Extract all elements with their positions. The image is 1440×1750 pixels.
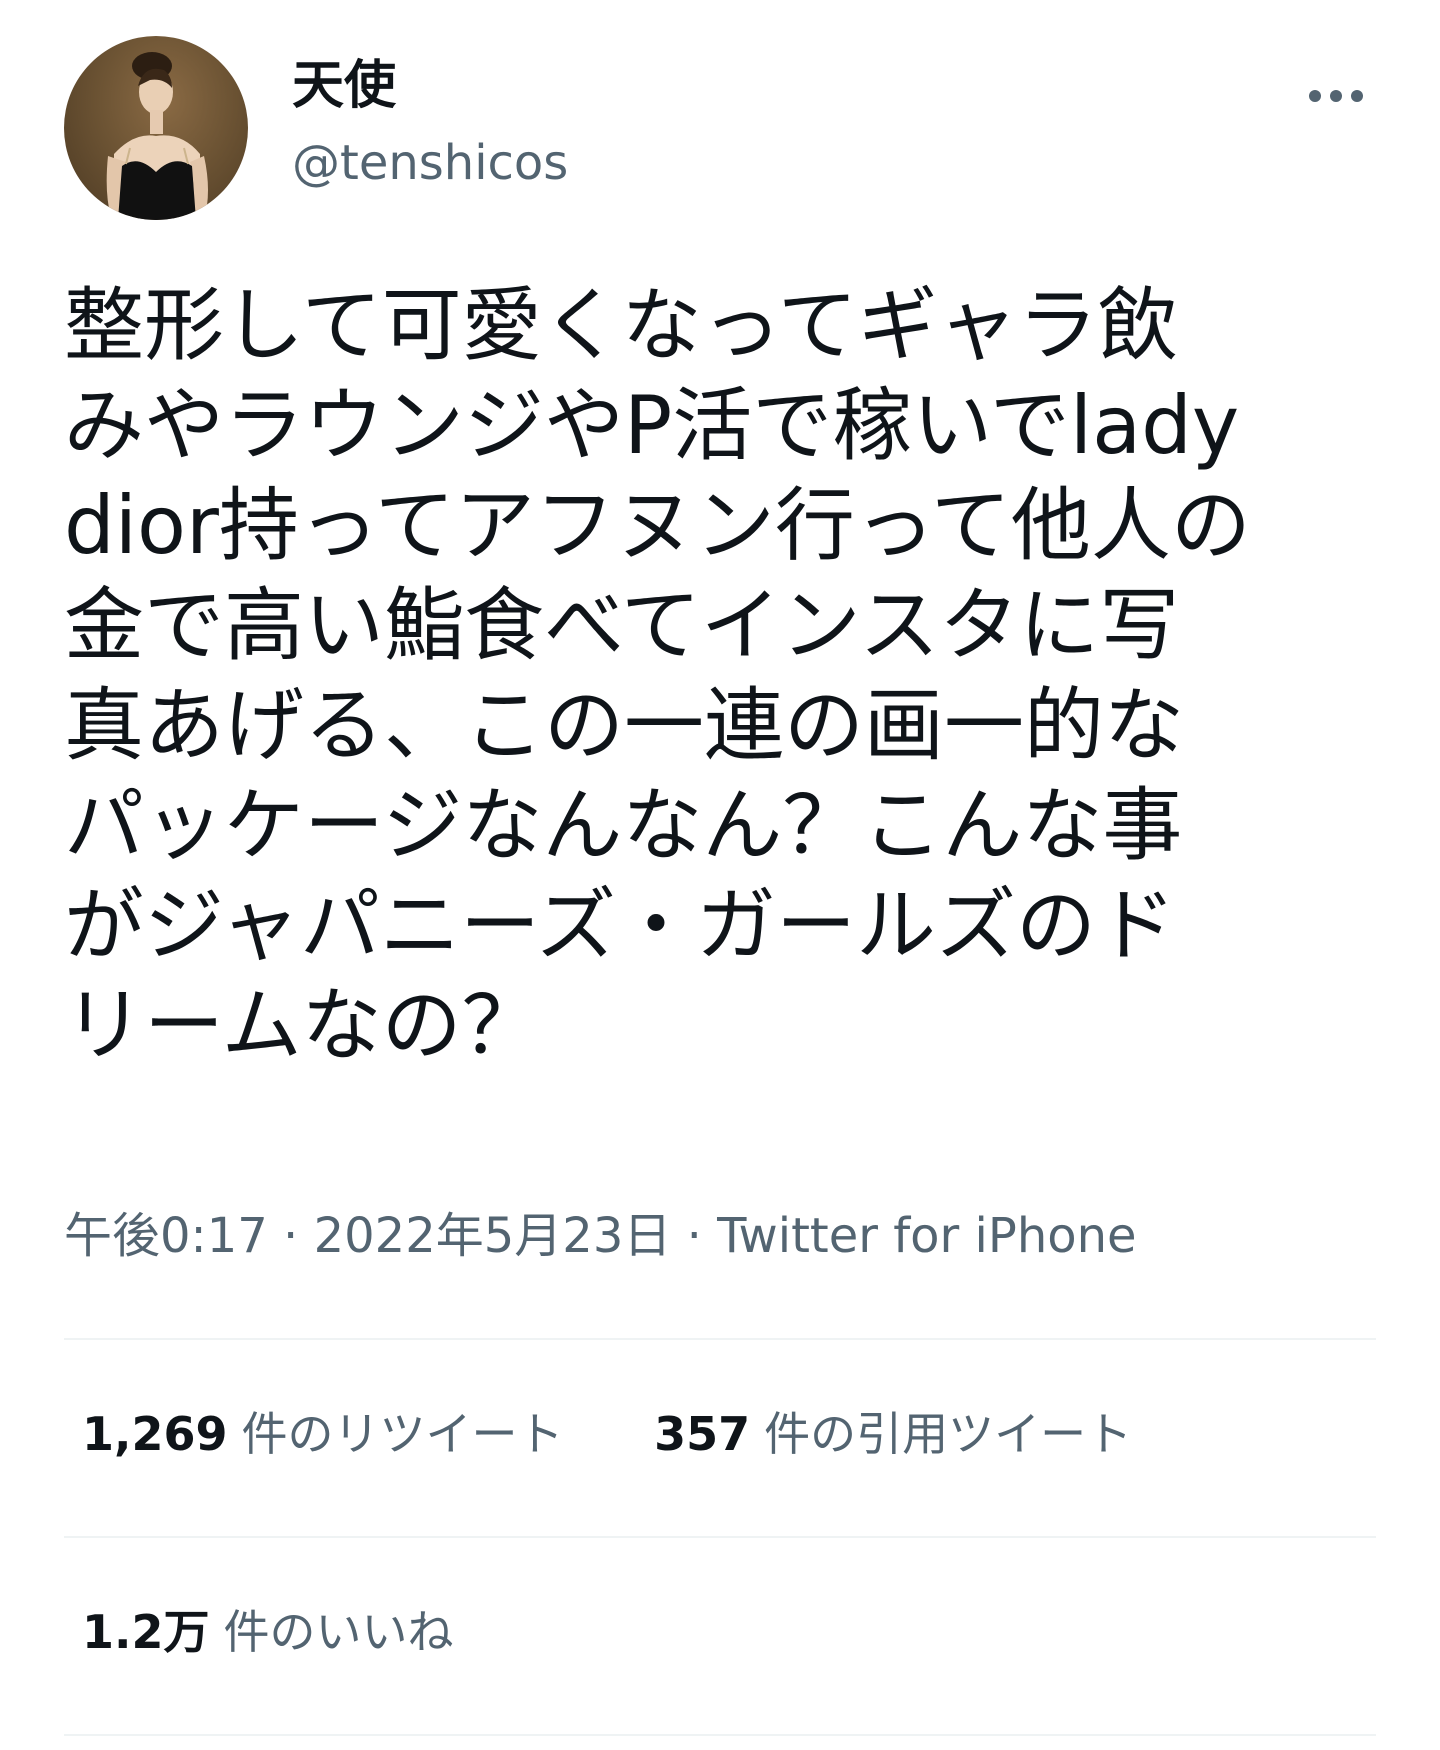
more-horizontal-icon [1309, 90, 1363, 102]
tweet-time[interactable]: 午後0:17 [64, 1208, 268, 1264]
tweet-text: 整形して可愛くなってギャラ飲 みやラウンジやP活で稼いでlady dior持って… [64, 276, 1364, 1076]
portrait-avatar-image [106, 52, 208, 220]
retweet-label: 件のリツイート [241, 1407, 564, 1461]
tweet-detail: 天使 @tenshicos 整形して可愛くなってギャラ飲 みやラウンジやP活で稼… [0, 0, 1440, 1750]
tweet-text-line: リームなの？ [64, 979, 542, 1072]
quote-label: 件の引用ツイート [764, 1407, 1133, 1461]
tweet-source[interactable]: Twitter for iPhone [717, 1208, 1136, 1264]
divider [64, 1536, 1376, 1538]
retweets-stat[interactable]: 1,269 件のリツイート [82, 1404, 564, 1464]
likes-stat[interactable]: 1.2万 件のいいね [82, 1602, 454, 1662]
tweet-text-line: みやラウンジやP活で稼いでlady [64, 379, 1240, 472]
retweet-count: 1,269 [82, 1407, 228, 1461]
tweet-text-line: 金で高い鮨食べてインスタに写 [64, 579, 1180, 672]
divider [64, 1734, 1376, 1736]
meta-separator: · [267, 1208, 314, 1264]
tweet-text-line: パッケージなんなん？こんな事 [64, 779, 1183, 872]
stats-row-likes: 1.2万 件のいいね [82, 1602, 454, 1662]
more-options-button[interactable] [1296, 66, 1376, 126]
like-label: 件のいいね [223, 1605, 454, 1659]
author-names: 天使 @tenshicos [292, 54, 568, 192]
quote-count: 357 [654, 1407, 751, 1461]
quote-tweets-stat[interactable]: 357 件の引用ツイート [654, 1404, 1132, 1464]
tweet-date[interactable]: 2022年5月23日 [314, 1208, 672, 1264]
avatar[interactable] [64, 36, 248, 220]
stats-row-shares: 1,269 件のリツイート 357 件の引用ツイート [82, 1404, 1132, 1464]
tweet-header: 天使 @tenshicos [64, 36, 1376, 222]
tweet-text-line: がジャパニーズ・ガールズのド [64, 879, 1176, 972]
handle[interactable]: @tenshicos [292, 134, 568, 192]
tweet-text-line: 整形して可愛くなってギャラ飲 [64, 279, 1178, 372]
like-count: 1.2万 [82, 1605, 210, 1659]
meta-separator: · [671, 1208, 718, 1264]
tweet-text-line: 真あげる、この一連の画一的な [64, 679, 1184, 772]
tweet-text-line: dior持ってアフヌン行って他人の [64, 479, 1251, 572]
divider [64, 1338, 1376, 1340]
tweet-meta: 午後0:17 · 2022年5月23日 · Twitter for iPhone [64, 1206, 1137, 1266]
display-name[interactable]: 天使 [292, 54, 568, 118]
